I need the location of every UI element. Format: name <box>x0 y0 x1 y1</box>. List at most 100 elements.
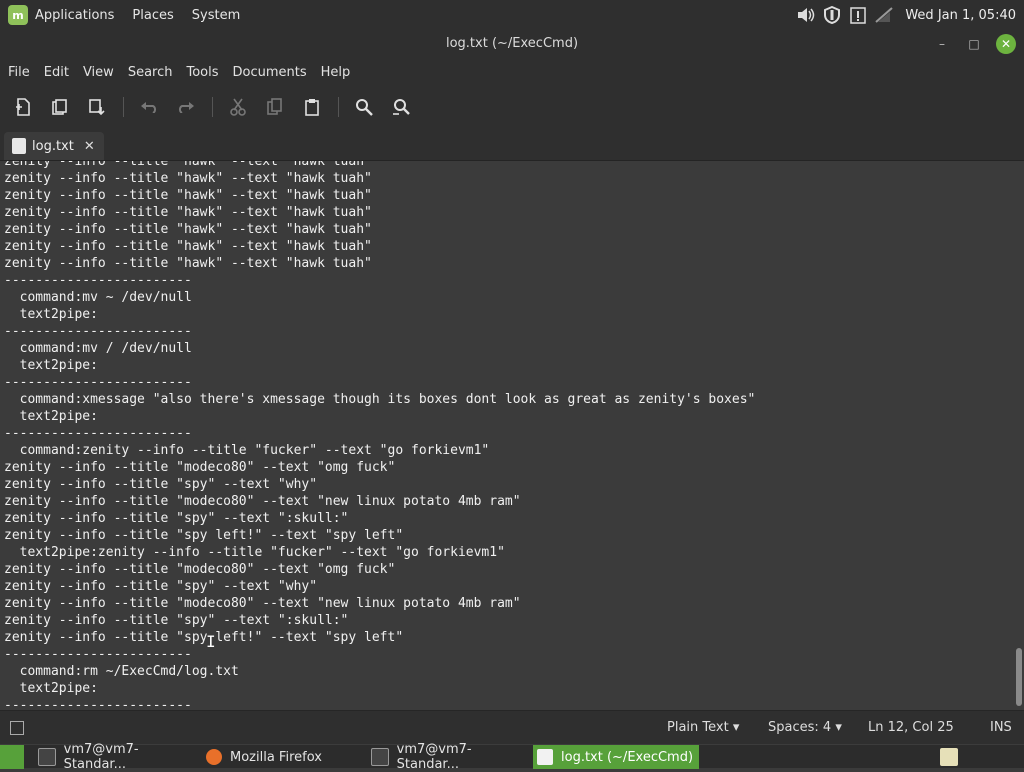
spaces-selector[interactable]: Spaces: 4 ▾ <box>768 720 842 735</box>
search-replace-icon[interactable] <box>388 94 414 120</box>
search-icon[interactable] <box>351 94 377 120</box>
system-tray: Wed Jan 1, 05:40 <box>795 0 1024 30</box>
menu-file[interactable]: File <box>8 65 30 80</box>
undo-icon[interactable] <box>136 94 162 120</box>
editor-line[interactable]: zenity --info --title "hawk" --text "haw… <box>4 170 1014 187</box>
task-label: Mozilla Firefox <box>230 749 322 765</box>
syntax-selector[interactable]: Plain Text ▾ <box>667 720 739 735</box>
editor-line[interactable]: zenity --info --title "modeco80" --text … <box>4 493 1014 510</box>
task-text-editor[interactable]: log.txt (~/ExecCmd) <box>533 745 699 769</box>
editor-line[interactable]: zenity --info --title "spy" --text "why" <box>4 476 1014 493</box>
menu-edit[interactable]: Edit <box>44 65 69 80</box>
editor-line[interactable]: zenity --info --title "spy" --text "why" <box>4 578 1014 595</box>
mint-logo-icon[interactable]: m <box>8 5 28 25</box>
editor-line[interactable]: zenity --info --title "spy left!" --text… <box>4 527 1014 544</box>
chevron-down-icon: ▾ <box>732 720 740 735</box>
minimize-button[interactable]: – <box>932 34 952 54</box>
task-firefox[interactable]: Mozilla Firefox <box>204 745 366 769</box>
maximize-button[interactable]: □ <box>964 34 984 54</box>
network-off-icon[interactable] <box>873 4 895 26</box>
syntax-label: Plain Text <box>667 720 729 735</box>
chevron-down-icon: ▾ <box>835 720 842 735</box>
editor-line[interactable]: command:mv ~ /dev/null <box>4 289 1014 306</box>
editor-line[interactable]: ------------------------ <box>4 646 1014 663</box>
terminal-icon <box>38 748 56 766</box>
side-panel-toggle-icon[interactable] <box>10 721 24 735</box>
editor-line[interactable]: zenity --info --title "spy" --text ":sku… <box>4 612 1014 629</box>
editor-content[interactable]: zenity --info --title "hawk" --text "haw… <box>0 161 1014 708</box>
editor-line[interactable]: zenity --info --title "spy left!" --text… <box>4 629 1014 646</box>
cut-icon[interactable] <box>225 94 251 120</box>
tab-log-txt[interactable]: log.txt ✕ <box>4 132 104 160</box>
editor-line[interactable]: zenity --info --title "hawk" --text "haw… <box>4 255 1014 272</box>
editor-line[interactable]: command:mv / /dev/null <box>4 340 1014 357</box>
editor-line[interactable]: zenity --info --title "hawk" --text "haw… <box>4 187 1014 204</box>
places-menu[interactable]: Places <box>132 8 173 23</box>
system-menu[interactable]: System <box>192 8 240 23</box>
editor-line[interactable]: ------------------------ <box>4 323 1014 340</box>
editor-line[interactable]: command:xmessage "also there's xmessage … <box>4 391 1014 408</box>
editor-line[interactable]: zenity --info --title "modeco80" --text … <box>4 459 1014 476</box>
tab-bar: log.txt ✕ <box>0 128 1024 161</box>
menu-search[interactable]: Search <box>128 65 173 80</box>
editor-line[interactable]: zenity --info --title "spy" --text ":sku… <box>4 510 1014 527</box>
copy-icon[interactable] <box>262 94 288 120</box>
text-editor-icon <box>537 749 553 765</box>
open-document-icon[interactable] <box>47 94 73 120</box>
show-desktop-icon[interactable] <box>0 745 24 769</box>
menu-view[interactable]: View <box>83 65 114 80</box>
top-panel: m Applications Places System Wed Jan 1, … <box>0 0 1024 30</box>
toolbar-divider <box>123 97 124 117</box>
window-title: log.txt (~/ExecCmd) <box>0 30 1024 58</box>
task-terminal-2[interactable]: vm7@vm7-Standar... <box>369 742 531 772</box>
terminal-icon <box>371 748 389 766</box>
task-label: log.txt (~/ExecCmd) <box>561 749 694 765</box>
menu-tools[interactable]: Tools <box>186 65 218 80</box>
text-file-icon <box>12 138 26 154</box>
tab-close-icon[interactable]: ✕ <box>84 139 95 154</box>
toolbar <box>0 86 1024 128</box>
firefox-icon <box>206 749 222 765</box>
panel-menu: m Applications Places System <box>0 0 258 30</box>
new-document-icon[interactable] <box>10 94 36 120</box>
redo-icon[interactable] <box>173 94 199 120</box>
status-bar: Plain Text ▾ Spaces: 4 ▾ Ln 12, Col 25 I… <box>0 710 1024 744</box>
scrollbar-thumb[interactable] <box>1016 648 1022 706</box>
task-terminal-1[interactable]: vm7@vm7-Standar... <box>36 742 198 772</box>
volume-icon[interactable] <box>795 4 817 26</box>
menu-help[interactable]: Help <box>321 65 351 80</box>
editor-line[interactable]: zenity --info --title "modeco80" --text … <box>4 561 1014 578</box>
paste-icon[interactable] <box>299 94 325 120</box>
editor-line[interactable]: ------------------------ <box>4 425 1014 442</box>
editor-line[interactable]: ------------------------ <box>4 374 1014 391</box>
menu-documents[interactable]: Documents <box>233 65 307 80</box>
window-controls: – □ ✕ <box>920 30 1016 58</box>
editor-line[interactable]: text2pipe:zenity --info --title "fucker"… <box>4 544 1014 561</box>
editor-line[interactable]: zenity --info --title "modeco80" --text … <box>4 595 1014 612</box>
text-editor-area[interactable]: zenity --info --title "hawk" --text "haw… <box>0 161 1014 708</box>
editor-line[interactable]: command:rm ~/ExecCmd/log.txt <box>4 663 1014 680</box>
save-icon[interactable] <box>84 94 110 120</box>
editor-line[interactable]: command:zenity --info --title "fucker" -… <box>4 442 1014 459</box>
toolbar-divider <box>338 97 339 117</box>
clock[interactable]: Wed Jan 1, 05:40 <box>905 8 1016 23</box>
editor-line[interactable]: text2pipe: <box>4 680 1014 697</box>
taskbar: vm7@vm7-Standar... Mozilla Firefox vm7@v… <box>0 742 1024 772</box>
applications-menu[interactable]: Applications <box>35 8 114 23</box>
editor-line[interactable]: zenity --info --title "hawk" --text "haw… <box>4 161 1014 170</box>
editor-line[interactable]: zenity --info --title "hawk" --text "haw… <box>4 221 1014 238</box>
editor-line[interactable]: text2pipe: <box>4 306 1014 323</box>
menubar: File Edit View Search Tools Documents He… <box>0 58 1024 86</box>
editor-line[interactable]: ------------------------ <box>4 697 1014 708</box>
editor-line[interactable]: ------------------------ <box>4 272 1014 289</box>
spaces-label: Spaces: 4 <box>768 720 832 735</box>
close-button[interactable]: ✕ <box>996 34 1016 54</box>
editor-line[interactable]: text2pipe: <box>4 357 1014 374</box>
editor-line[interactable]: zenity --info --title "hawk" --text "haw… <box>4 204 1014 221</box>
editor-line[interactable]: zenity --info --title "hawk" --text "haw… <box>4 238 1014 255</box>
editor-line[interactable]: text2pipe: <box>4 408 1014 425</box>
notes-applet-icon[interactable] <box>940 748 958 766</box>
shield-icon[interactable] <box>821 4 843 26</box>
vertical-scrollbar[interactable] <box>1014 161 1024 708</box>
clipboard-alert-icon[interactable] <box>847 4 869 26</box>
